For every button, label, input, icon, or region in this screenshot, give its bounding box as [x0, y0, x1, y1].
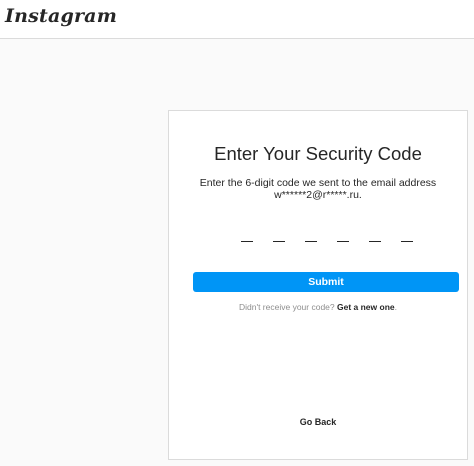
security-code-input-group — [239, 222, 419, 242]
instagram-logo[interactable]: Instagram — [5, 5, 117, 27]
go-back-link[interactable]: Go Back — [169, 417, 467, 427]
code-digit-3[interactable] — [305, 222, 317, 242]
page-title: Enter Your Security Code — [214, 143, 422, 164]
code-digit-6[interactable] — [401, 222, 413, 242]
code-digit-4[interactable] — [337, 222, 349, 242]
resend-prompt: Didn't receive your code? — [238, 302, 337, 312]
resend-suffix: . — [394, 302, 397, 312]
security-code-card: Enter Your Security Code Enter the 6-dig… — [168, 110, 468, 460]
submit-button[interactable]: Submit — [193, 272, 459, 292]
code-digit-1[interactable] — [241, 222, 253, 242]
code-instructions: Enter the 6-digit code we sent to the em… — [169, 177, 467, 201]
masked-email: w******2@r*****.ru. — [274, 189, 362, 201]
code-digit-5[interactable] — [369, 222, 381, 242]
top-bar: Instagram — [0, 0, 474, 39]
get-new-code-link[interactable]: Get a new one — [337, 302, 395, 312]
resend-code-row: Didn't receive your code? Get a new one. — [169, 302, 467, 312]
instructions-line-1: Enter the 6-digit code we sent to the em… — [199, 177, 437, 189]
code-digit-2[interactable] — [273, 222, 285, 242]
